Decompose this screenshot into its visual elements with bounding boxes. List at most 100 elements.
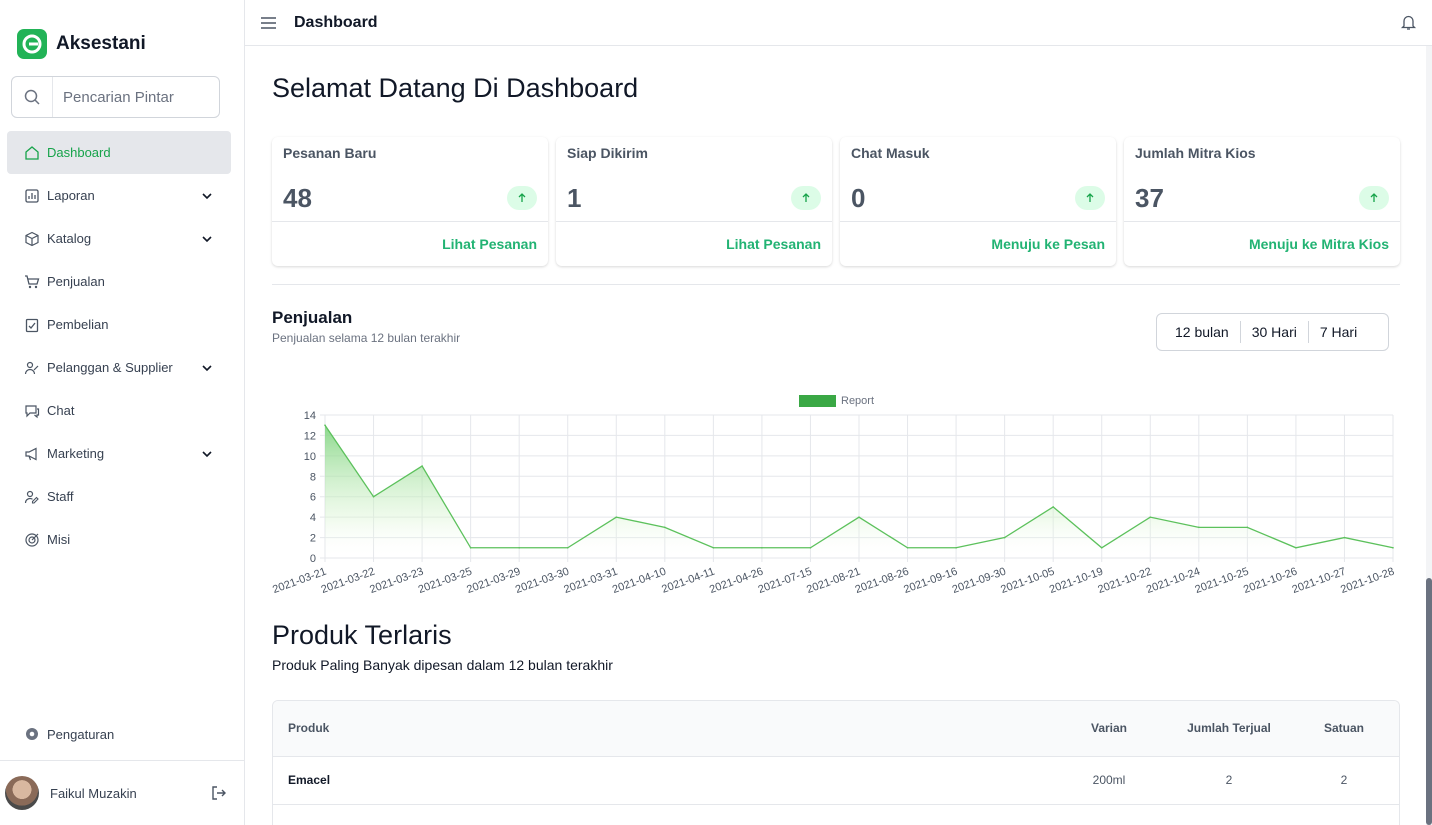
- data-point: [955, 546, 957, 549]
- welcome-heading: Selamat Datang Di Dashboard: [272, 73, 639, 103]
- x-tick-label: 2021-03-22: [320, 566, 377, 597]
- sidebar-item-dashboard[interactable]: Dashboard: [7, 131, 231, 174]
- x-tick-label: 2021-10-27: [1290, 566, 1347, 597]
- divider: [1124, 221, 1400, 222]
- users-icon: [24, 360, 40, 376]
- stat-link[interactable]: Menuju ke Mitra Kios: [1249, 236, 1389, 252]
- column-header[interactable]: Jumlah Terjual: [1169, 701, 1289, 756]
- sales-title: Penjualan: [272, 308, 353, 327]
- x-tick-label: 2021-08-26: [854, 566, 911, 597]
- stat-value: 37: [1135, 183, 1164, 213]
- sidebar-item-pelanggan-supplier[interactable]: Pelanggan & Supplier: [7, 346, 231, 389]
- sidebar-item-marketing[interactable]: Marketing: [7, 432, 231, 475]
- x-tick-label: 2021-04-26: [708, 566, 765, 597]
- table-row[interactable]: [273, 804, 1399, 825]
- search-input[interactable]: [53, 88, 213, 106]
- divider: [840, 221, 1116, 222]
- scrollbar-thumb[interactable]: [1426, 578, 1432, 825]
- x-tick-label: 2021-10-26: [1242, 566, 1299, 597]
- range-toggle-group: 12 bulan 30 Hari 7 Hari: [1156, 313, 1389, 351]
- sidebar-item-chat[interactable]: Chat: [7, 389, 231, 432]
- brand-logo-icon: [17, 29, 47, 59]
- data-point: [906, 546, 909, 549]
- stat-link[interactable]: Lihat Pesanan: [442, 236, 537, 252]
- stat-link[interactable]: Menuju ke Pesan: [991, 236, 1105, 252]
- sidebar-item-label: Marketing: [47, 446, 105, 461]
- target-icon: [24, 532, 40, 548]
- sidebar-item-label: Misi: [47, 532, 71, 547]
- y-tick-label: 6: [310, 492, 316, 504]
- cell-produk: Emacel: [288, 773, 331, 787]
- chevron-down-icon[interactable]: [201, 233, 213, 245]
- range-button[interactable]: 7 Hari: [1309, 321, 1368, 343]
- range-button[interactable]: 12 bulan: [1157, 321, 1241, 343]
- chevron-down-icon[interactable]: [201, 190, 213, 202]
- data-point: [712, 546, 715, 549]
- bell-icon[interactable]: [1400, 14, 1417, 31]
- table-header-row: Produk Varian Jumlah Terjual Satuan: [273, 701, 1399, 756]
- data-point: [615, 516, 618, 518]
- user-name: Faikul Muzakin: [50, 785, 137, 801]
- sidebar: Aksestani Dashboard Laporan Katalog Penjual…: [0, 0, 245, 825]
- x-tick-label: 2021-07-15: [756, 566, 813, 597]
- data-point: [1392, 546, 1394, 549]
- chat-icon: [24, 403, 40, 419]
- data-point: [1003, 536, 1006, 539]
- sales-chart: Report024681012142021-03-212021-03-22202…: [272, 395, 1396, 597]
- divider: [272, 284, 1400, 285]
- legend-swatch: [799, 395, 836, 407]
- x-tick-label: 2021-08-21: [805, 566, 862, 597]
- stat-link[interactable]: Lihat Pesanan: [726, 236, 821, 252]
- sidebar-item-laporan[interactable]: Laporan: [7, 174, 231, 217]
- data-point: [1052, 506, 1054, 508]
- data-point: [518, 546, 520, 549]
- sidebar-item-settings[interactable]: Pengaturan: [24, 726, 114, 742]
- data-point: [858, 516, 860, 518]
- x-tick-label: 2021-10-25: [1193, 566, 1250, 597]
- column-header[interactable]: Satuan: [1289, 701, 1399, 756]
- sidebar-item-label: Pelanggan & Supplier: [47, 360, 173, 375]
- x-tick-label: 2021-03-21: [272, 566, 328, 597]
- brand-name: Aksestani: [56, 33, 146, 54]
- divider: [556, 221, 832, 222]
- column-header[interactable]: Varian: [1049, 701, 1169, 756]
- table-row[interactable]: Emacel 200ml 2 2: [273, 756, 1399, 804]
- chevron-down-icon[interactable]: [201, 448, 213, 460]
- sidebar-item-label: Katalog: [47, 231, 92, 246]
- data-point: [1100, 546, 1103, 549]
- table-body: Emacel 200ml 2 2: [273, 756, 1399, 825]
- chevron-down-icon[interactable]: [201, 362, 213, 374]
- cell-jumlah: 2: [1225, 773, 1233, 787]
- stats-row: Pesanan Baru 48 Lihat Pesanan Siap Dikirim 1…: [272, 137, 1400, 266]
- x-tick-label: 2021-10-22: [1096, 566, 1153, 597]
- user-bar: Faikul Muzakin: [0, 760, 244, 825]
- stat-label: Jumlah Mitra Kios: [1135, 145, 1256, 161]
- sidebar-item-pembelian[interactable]: Pembelian: [7, 303, 231, 346]
- cell-varian: 200ml: [1092, 773, 1126, 787]
- search-icon: [12, 77, 53, 117]
- search-box[interactable]: [11, 76, 220, 118]
- logout-icon[interactable]: [211, 785, 227, 801]
- arrow-up-icon: [1075, 186, 1105, 210]
- stat-label: Siap Dikirim: [567, 145, 648, 161]
- y-tick-label: 2: [310, 533, 316, 545]
- y-tick-label: 14: [304, 410, 316, 422]
- avatar[interactable]: [5, 776, 39, 810]
- stat-value: 48: [283, 183, 312, 213]
- data-point: [372, 495, 375, 498]
- sidebar-item-misi[interactable]: Misi: [7, 518, 231, 561]
- products-title: Produk Terlaris: [272, 620, 452, 650]
- cart-icon: [24, 274, 40, 290]
- hamburger-menu-icon[interactable]: [260, 14, 277, 31]
- brand[interactable]: Aksestani: [17, 29, 146, 59]
- column-header[interactable]: Produk: [273, 701, 1049, 756]
- data-point: [469, 546, 472, 549]
- sidebar-item-staff[interactable]: Staff: [7, 475, 231, 518]
- page-title: Dashboard: [294, 13, 378, 31]
- sidebar-item-katalog[interactable]: Katalog: [7, 217, 231, 260]
- x-tick-label: 2021-03-31: [562, 566, 619, 597]
- divider: [272, 221, 548, 222]
- range-button[interactable]: 30 Hari: [1241, 321, 1309, 343]
- sidebar-item-penjualan[interactable]: Penjualan: [7, 260, 231, 303]
- cell-satuan: 2: [1340, 773, 1348, 787]
